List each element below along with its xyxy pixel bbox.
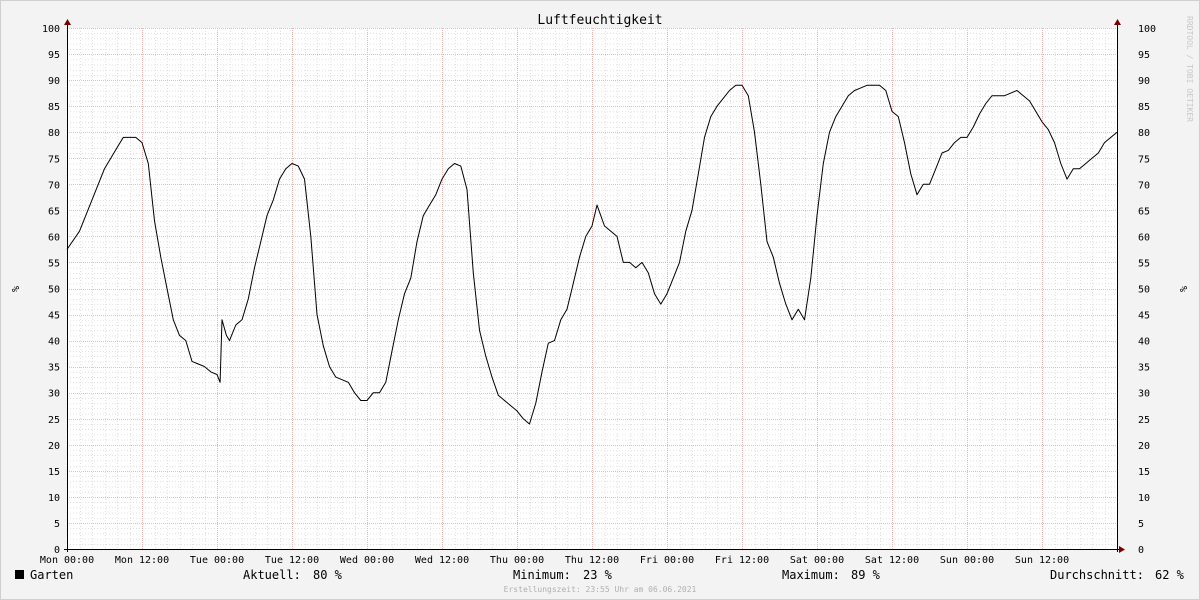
y-tick-label-left: 55 [48, 258, 60, 269]
legend-avg-label: Durchschnitt: [1050, 568, 1144, 582]
y-tick-label-left: 95 [48, 50, 60, 61]
legend-max-value: 89 % [851, 568, 881, 582]
y-tick-label-right: 65 [1138, 206, 1150, 217]
x-tick-label: Thu 00:00 [490, 555, 544, 566]
y-tick-label-left: 40 [48, 337, 60, 348]
watermark: RRDTOOL / TOBI OETIKER [1185, 16, 1194, 122]
y-tick-label-left: 10 [48, 493, 60, 504]
y-tick-label-right: 85 [1138, 102, 1150, 113]
y-tick-label-left: 80 [48, 128, 60, 139]
y-tick-label-right: 95 [1138, 50, 1150, 61]
legend-current-value: 80 % [313, 568, 343, 582]
y-tick-label-left: 100 [42, 24, 60, 35]
y-tick-label-right: 15 [1138, 467, 1150, 478]
x-tick-label: Sat 00:00 [790, 555, 844, 566]
y-axis-label-right: % [1177, 286, 1188, 292]
x-tick-label: Fri 12:00 [715, 555, 769, 566]
x-tick-label: Tue 12:00 [265, 555, 319, 566]
y-tick-label-right: 5 [1138, 519, 1144, 530]
y-tick-label-left: 20 [48, 441, 60, 452]
x-tick-label: Sun 12:00 [1015, 555, 1069, 566]
y-tick-label-right: 40 [1138, 337, 1150, 348]
x-tick-label: Tue 00:00 [190, 555, 244, 566]
x-tick-label: Wed 00:00 [340, 555, 394, 566]
y-tick-label-right: 10 [1138, 493, 1150, 504]
y-tick-label-right: 70 [1138, 180, 1150, 191]
y-axis-label-left: % [9, 286, 20, 292]
legend-swatch [15, 570, 24, 579]
y-tick-label-right: 75 [1138, 154, 1150, 165]
y-tick-label-right: 30 [1138, 389, 1150, 400]
y-tick-label-right: 0 [1138, 545, 1144, 556]
y-tick-label-right: 35 [1138, 363, 1150, 374]
y-tick-label-left: 50 [48, 285, 60, 296]
x-tick-label: Sun 00:00 [940, 555, 994, 566]
y-tick-label-right: 100 [1138, 24, 1156, 35]
x-tick-label: Fri 00:00 [640, 555, 694, 566]
footer-timestamp: Erstellungszeit: 23:55 Uhr am 06.06.2021 [504, 585, 697, 594]
legend-current-label: Aktuell: [243, 568, 301, 582]
legend-min-label: Minimum: [513, 568, 571, 582]
legend-max-label: Maximum: [782, 568, 840, 582]
y-tick-label-right: 90 [1138, 76, 1150, 87]
y-tick-label-left: 30 [48, 389, 60, 400]
humidity-chart: Luftfeuchtigkeit % % RRDTOOL / TOBI OETI… [0, 0, 1200, 600]
y-tick-label-left: 5 [54, 519, 60, 530]
x-tick-label: Mon 12:00 [115, 555, 169, 566]
plot-area: 0 5 10 15 20 25 30 35 40 45 50 55 60 65 70 75 80 85 90 95 10… [40, 19, 1156, 566]
y-tick-label-left: 35 [48, 363, 60, 374]
chart-title: Luftfeuchtigkeit [537, 13, 662, 28]
y-tick-label-left: 15 [48, 467, 60, 478]
y-tick-label-right: 60 [1138, 232, 1150, 243]
y-tick-label-left: 60 [48, 232, 60, 243]
y-tick-label-right: 50 [1138, 285, 1150, 296]
y-tick-label-right: 25 [1138, 415, 1150, 426]
legend-min-value: 23 % [583, 568, 613, 582]
y-tick-label-left: 70 [48, 180, 60, 191]
y-tick-label-left: 45 [48, 311, 60, 322]
x-tick-label: Wed 12:00 [415, 555, 469, 566]
y-tick-label-right: 80 [1138, 128, 1150, 139]
y-tick-label-left: 75 [48, 154, 60, 165]
y-tick-label-left: 90 [48, 76, 60, 87]
x-tick-label: Thu 12:00 [565, 555, 619, 566]
y-tick-label-left: 85 [48, 102, 60, 113]
x-tick-label: Mon 00:00 [40, 555, 94, 566]
y-tick-label-right: 55 [1138, 258, 1150, 269]
x-tick-label: Sat 12:00 [865, 555, 919, 566]
y-tick-label-left: 65 [48, 206, 60, 217]
y-tick-label-right: 20 [1138, 441, 1150, 452]
legend-series-label: Garten [30, 568, 73, 582]
y-tick-label-right: 45 [1138, 311, 1150, 322]
legend-avg-value: 62 % [1155, 568, 1185, 582]
y-tick-label-left: 25 [48, 415, 60, 426]
